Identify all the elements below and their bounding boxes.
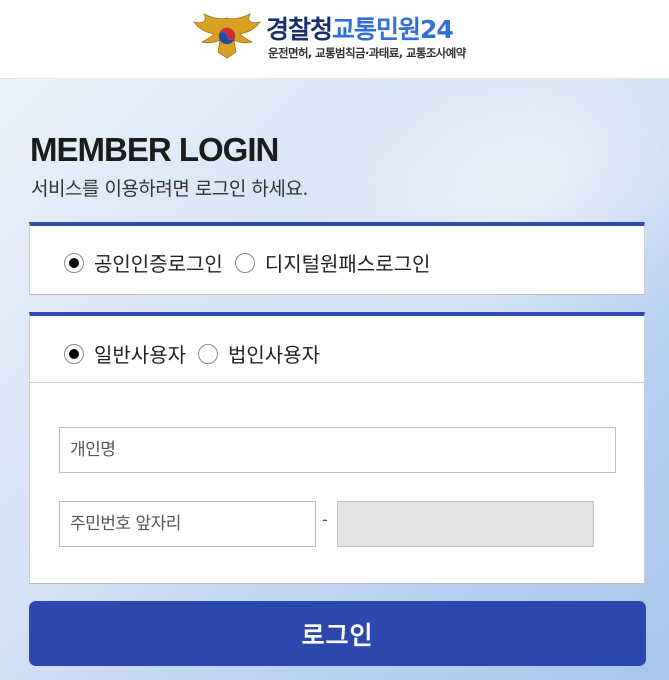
label-individual-user[interactable]: 일반사용자 <box>94 339 186 368</box>
page-title: MEMBER LOGIN <box>30 131 279 168</box>
label-digital-onepass-login[interactable]: 디지털원패스로그인 <box>265 248 431 277</box>
radio-certificate-login[interactable] <box>64 252 84 273</box>
radio-individual-user[interactable] <box>64 343 84 364</box>
police-emblem-icon <box>193 13 261 59</box>
user-type-options: 일반사용자 법인사용자 <box>64 339 320 368</box>
login-form-panel: 일반사용자 법인사용자 - <box>29 312 645 584</box>
label-certificate-login[interactable]: 공인인증로그인 <box>94 248 223 277</box>
logo-subtitle: 운전면허, 교통범칙금·과태료, 교통조사예약 <box>268 46 466 60</box>
name-input[interactable] <box>59 427 616 473</box>
login-method-options: 공인인증로그인 디지털원패스로그인 <box>64 248 430 277</box>
rrn-front-input[interactable] <box>59 501 316 547</box>
rrn-separator: - <box>322 510 328 529</box>
page-subtitle: 서비스를 이용하려면 로그인 하세요. <box>31 178 308 200</box>
site-header: 경찰청교통민원24 운전면허, 교통범칙금·과태료, 교통조사예약 <box>0 0 669 79</box>
rrn-back-input[interactable] <box>337 501 594 547</box>
logo-title-agency: 경찰청 <box>266 15 333 44</box>
radio-corporate-user[interactable] <box>198 343 218 364</box>
logo-title-service: 교통민원24 <box>332 15 454 44</box>
login-area: MEMBER LOGIN 서비스를 이용하려면 로그인 하세요. 공인인증로그인… <box>0 79 669 680</box>
login-method-panel: 공인인증로그인 디지털원패스로그인 <box>29 222 645 295</box>
login-button[interactable]: 로그인 <box>29 601 646 666</box>
radio-digital-onepass-login[interactable] <box>234 252 255 273</box>
panel-divider <box>30 382 644 383</box>
site-logo-title[interactable]: 경찰청교통민원24 <box>266 10 454 46</box>
label-corporate-user[interactable]: 법인사용자 <box>228 339 320 368</box>
